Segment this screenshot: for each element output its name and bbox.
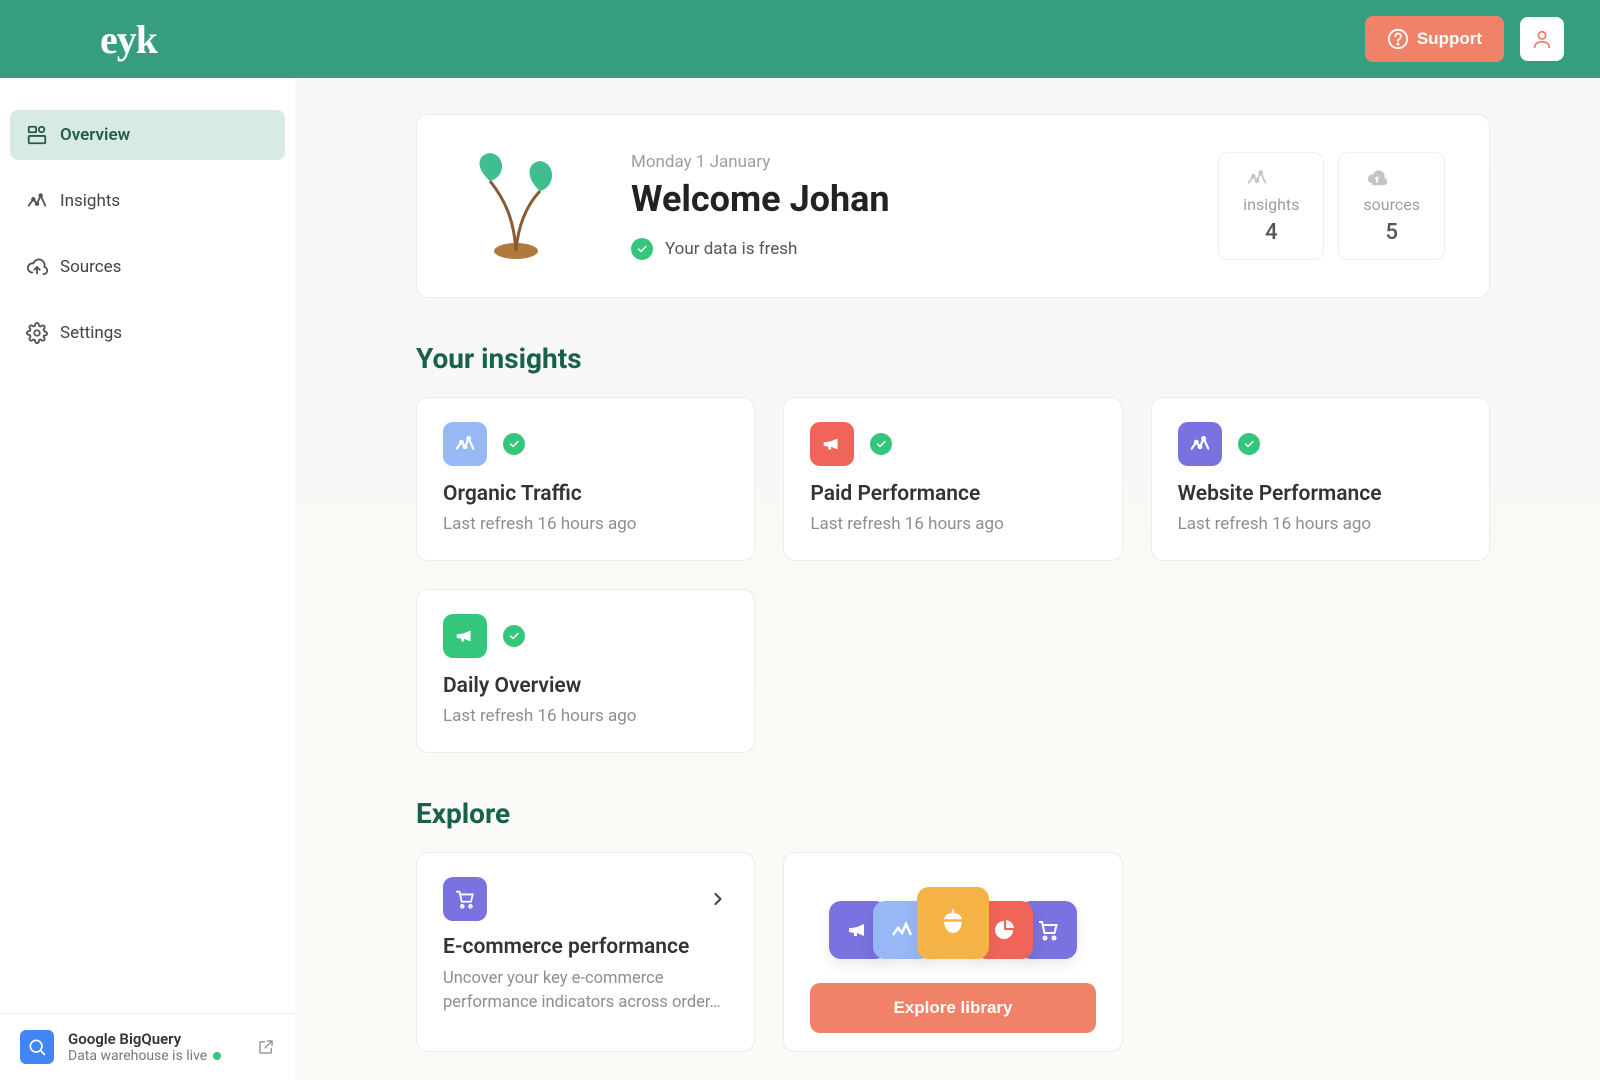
- warehouse-status-label: Data warehouse is live: [68, 1048, 207, 1064]
- check-icon: [631, 238, 653, 260]
- sidebar-item-overview[interactable]: Overview: [10, 110, 285, 160]
- card-title: Website Performance: [1178, 482, 1463, 506]
- sidebar-item-sources[interactable]: Sources: [10, 242, 285, 292]
- plant-illustration: [461, 151, 571, 261]
- library-icons: [810, 881, 1095, 959]
- check-icon: [503, 625, 525, 647]
- card-title: Daily Overview: [443, 674, 728, 698]
- bigquery-icon: [20, 1030, 54, 1064]
- cart-icon: [443, 877, 487, 921]
- card-title: Organic Traffic: [443, 482, 728, 506]
- topbar: eyk Support: [0, 0, 1600, 78]
- stat-value: 5: [1363, 220, 1420, 245]
- warehouse-text: Google BigQuery Data warehouse is live: [68, 1030, 243, 1064]
- main: Monday 1 January Welcome Johan Your data…: [296, 78, 1600, 1080]
- explore-library-button[interactable]: Explore library: [810, 983, 1095, 1033]
- sidebar: Overview Insights Sources Settings: [0, 78, 296, 1080]
- stat-label: sources: [1363, 195, 1420, 214]
- icon-row: [443, 614, 728, 658]
- user-menu-button[interactable]: [1520, 17, 1564, 61]
- explore-desc: Uncover your key e-commerce performance …: [443, 967, 728, 1015]
- support-label: Support: [1417, 29, 1482, 49]
- insight-card[interactable]: Paid Performance Last refresh 16 hours ag…: [783, 397, 1122, 561]
- insights-icon: [1243, 167, 1299, 189]
- insights-icon: [1178, 422, 1222, 466]
- cloud-up-icon: [26, 256, 48, 278]
- explore-section-title: Explore: [416, 797, 1490, 830]
- data-freshness: Your data is fresh: [631, 238, 1158, 260]
- acorn-icon: [917, 887, 989, 959]
- stat-label: insights: [1243, 195, 1299, 214]
- welcome-title: Welcome Johan: [631, 178, 1158, 220]
- sidebar-item-insights[interactable]: Insights: [10, 176, 285, 226]
- insight-card[interactable]: Website Performance Last refresh 16 hours…: [1151, 397, 1490, 561]
- user-icon: [1531, 28, 1553, 50]
- icon-row: [443, 422, 728, 466]
- live-dot-icon: [213, 1052, 221, 1060]
- warehouse-title: Google BigQuery: [68, 1030, 243, 1048]
- brand-logo: eyk: [100, 16, 157, 63]
- stat-sources[interactable]: sources 5: [1338, 152, 1445, 260]
- sidebar-item-label: Sources: [60, 257, 121, 277]
- check-icon: [870, 433, 892, 455]
- card-title: Paid Performance: [810, 482, 1095, 506]
- welcome-card: Monday 1 January Welcome Johan Your data…: [416, 114, 1490, 298]
- chevron-right-icon: [708, 889, 728, 909]
- card-subtitle: Last refresh 16 hours ago: [810, 514, 1095, 534]
- check-icon: [503, 433, 525, 455]
- explore-library-card: Explore library: [783, 852, 1122, 1052]
- explore-feature-card[interactable]: E-commerce performance Uncover your key …: [416, 852, 755, 1052]
- fresh-label: Your data is fresh: [665, 239, 797, 259]
- sidebar-item-label: Insights: [60, 191, 120, 211]
- welcome-body: Monday 1 January Welcome Johan Your data…: [631, 152, 1158, 260]
- megaphone-icon: [443, 614, 487, 658]
- cloud-up-icon: [1363, 167, 1420, 189]
- insights-icon: [443, 422, 487, 466]
- insights-icon: [26, 190, 48, 212]
- megaphone-icon: [810, 422, 854, 466]
- icon-row: [810, 422, 1095, 466]
- icon-row: [1178, 422, 1463, 466]
- sidebar-item-settings[interactable]: Settings: [10, 308, 285, 358]
- sidebar-item-label: Overview: [60, 125, 130, 145]
- card-subtitle: Last refresh 16 hours ago: [443, 706, 728, 726]
- explore-title: E-commerce performance: [443, 935, 728, 959]
- insights-row-2: Daily Overview Last refresh 16 hours ago: [416, 589, 1490, 753]
- stat-insights[interactable]: insights 4: [1218, 152, 1324, 260]
- support-button[interactable]: Support: [1365, 16, 1504, 62]
- warehouse-status-line: Data warehouse is live: [68, 1048, 243, 1064]
- help-icon: [1387, 28, 1409, 50]
- welcome-date: Monday 1 January: [631, 152, 1158, 172]
- card-subtitle: Last refresh 16 hours ago: [1178, 514, 1463, 534]
- gear-icon: [26, 322, 48, 344]
- open-external-button[interactable]: [257, 1038, 275, 1056]
- topbar-actions: Support: [1365, 16, 1564, 62]
- insight-card[interactable]: Daily Overview Last refresh 16 hours ago: [416, 589, 755, 753]
- stat-value: 4: [1243, 220, 1299, 245]
- welcome-stats: insights 4 sources 5: [1218, 152, 1445, 260]
- explore-head: [443, 877, 728, 921]
- insights-section-title: Your insights: [416, 342, 1490, 375]
- card-subtitle: Last refresh 16 hours ago: [443, 514, 728, 534]
- dashboard-icon: [26, 124, 48, 146]
- warehouse-status: Google BigQuery Data warehouse is live: [0, 1013, 295, 1080]
- insights-row-1: Organic Traffic Last refresh 16 hours ago…: [416, 397, 1490, 561]
- layout: Overview Insights Sources Settings: [0, 78, 1600, 1080]
- check-icon: [1238, 433, 1260, 455]
- insight-card[interactable]: Organic Traffic Last refresh 16 hours ago: [416, 397, 755, 561]
- explore-row: E-commerce performance Uncover your key …: [416, 852, 1490, 1052]
- sidebar-item-label: Settings: [60, 323, 122, 343]
